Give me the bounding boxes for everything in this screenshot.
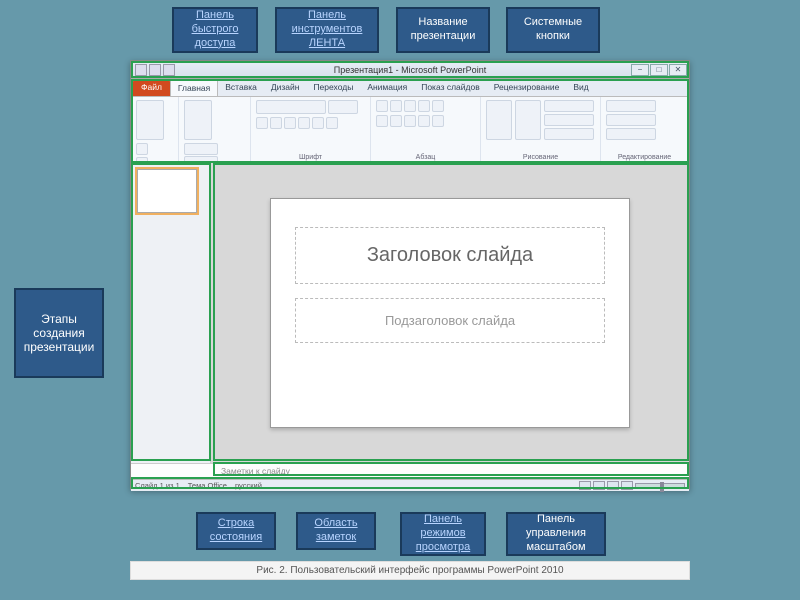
tab-insert[interactable]: Вставка (218, 80, 264, 96)
callout-title-label: Название презентации (404, 16, 482, 44)
strike-icon[interactable] (298, 117, 310, 129)
callout-zoom[interactable]: Панель управления масштабом (506, 512, 606, 556)
font-name-combo[interactable] (256, 100, 326, 114)
group-font-label: Шрифт (256, 154, 365, 161)
shape-effects-button[interactable] (544, 128, 594, 140)
subtitle-placeholder[interactable]: Подзаголовок слайда (295, 298, 605, 343)
group-editing: Редактирование (601, 97, 689, 162)
italic-icon[interactable] (270, 117, 282, 129)
callout-qat-label: Панель быстрого доступа (180, 9, 250, 50)
numbering-icon[interactable] (390, 100, 402, 112)
group-clipboard: Буфер обмена (131, 97, 179, 162)
slide: Заголовок слайда Подзаголовок слайда (270, 198, 630, 428)
redo-icon[interactable] (163, 64, 175, 76)
group-editing-label: Редактирование (606, 154, 683, 161)
stages-box[interactable]: Этапы создания презентации (14, 288, 104, 378)
group-paragraph-label: Абзац (376, 154, 475, 161)
undo-icon[interactable] (149, 64, 161, 76)
callout-title[interactable]: Название презентации (396, 7, 490, 53)
callout-views-label: Панель режимов просмотра (408, 513, 478, 554)
shapes-button[interactable] (486, 100, 512, 140)
callout-status[interactable]: Строка состояния (196, 512, 276, 550)
thumbnail-panel[interactable] (131, 163, 211, 463)
status-bar: Слайд 1 из 1 Тема Office русский (131, 479, 689, 491)
align-center-icon[interactable] (390, 115, 402, 127)
language-indicator[interactable]: русский (235, 481, 262, 490)
paste-button[interactable] (136, 100, 164, 140)
underline-icon[interactable] (284, 117, 296, 129)
figure-caption: Рис. 2. Пользовательский интерфейс прогр… (130, 561, 690, 580)
callout-ribbon-label: Панель инструментов ЛЕНТА (283, 9, 371, 50)
align-right-icon[interactable] (404, 115, 416, 127)
notes-pane[interactable]: Заметки к слайду (131, 463, 689, 479)
indent-decrease-icon[interactable] (404, 100, 416, 112)
group-drawing-label: Рисование (486, 154, 595, 161)
callout-sys-label: Системные кнопки (514, 16, 592, 44)
theme-name: Тема Office (188, 481, 227, 490)
file-tab[interactable]: Файл (133, 80, 170, 96)
callout-status-label: Строка состояния (204, 517, 268, 545)
slide-counter: Слайд 1 из 1 (135, 481, 180, 490)
reading-view-button[interactable] (607, 481, 619, 490)
ribbon: Буфер обмена Слайды (131, 97, 689, 163)
close-button[interactable]: ✕ (669, 64, 687, 76)
powerpoint-window: Презентация1 - Microsoft PowerPoint − □ … (130, 60, 690, 490)
columns-icon[interactable] (432, 115, 444, 127)
save-icon[interactable] (135, 64, 147, 76)
minimize-button[interactable]: − (631, 64, 649, 76)
tab-transitions[interactable]: Переходы (306, 80, 360, 96)
title-placeholder[interactable]: Заголовок слайда (295, 227, 605, 284)
quick-access-toolbar[interactable] (131, 64, 175, 76)
callout-notes-label: Область заметок (304, 517, 368, 545)
bold-icon[interactable] (256, 117, 268, 129)
arrange-button[interactable] (515, 100, 541, 140)
shape-outline-button[interactable] (544, 114, 594, 126)
callout-views[interactable]: Панель режимов просмотра (400, 512, 486, 556)
line-spacing-icon[interactable] (432, 100, 444, 112)
tab-design[interactable]: Дизайн (264, 80, 307, 96)
callout-sys[interactable]: Системные кнопки (506, 7, 600, 53)
notes-placeholder: Заметки к слайду (221, 466, 290, 476)
tab-review[interactable]: Рецензирование (487, 80, 567, 96)
align-left-icon[interactable] (376, 115, 388, 127)
stages-label: Этапы создания презентации (20, 312, 98, 354)
callout-qat[interactable]: Панель быстрого доступа (172, 7, 258, 53)
indent-increase-icon[interactable] (418, 100, 430, 112)
ribbon-tabs: Файл Главная Вставка Дизайн Переходы Ани… (131, 79, 689, 97)
work-area: Заголовок слайда Подзаголовок слайда (131, 163, 689, 463)
title-bar: Презентация1 - Microsoft PowerPoint − □ … (131, 61, 689, 79)
select-button[interactable] (606, 128, 656, 140)
tab-home[interactable]: Главная (170, 80, 218, 96)
slide-canvas[interactable]: Заголовок слайда Подзаголовок слайда (211, 163, 689, 463)
font-color-icon[interactable] (326, 117, 338, 129)
zoom-slider[interactable] (635, 483, 685, 489)
system-buttons: − □ ✕ (631, 64, 689, 76)
new-slide-button[interactable] (184, 100, 212, 140)
replace-button[interactable] (606, 114, 656, 126)
cut-icon[interactable] (136, 143, 148, 155)
slideshow-view-button[interactable] (621, 481, 633, 490)
group-font: Шрифт (251, 97, 371, 162)
tab-view[interactable]: Вид (566, 80, 595, 96)
justify-icon[interactable] (418, 115, 430, 127)
shape-fill-button[interactable] (544, 100, 594, 112)
layout-button[interactable] (184, 143, 218, 155)
find-button[interactable] (606, 100, 656, 112)
font-size-combo[interactable] (328, 100, 358, 114)
group-drawing: Рисование (481, 97, 601, 162)
sorter-view-button[interactable] (593, 481, 605, 490)
tab-slideshow[interactable]: Показ слайдов (414, 80, 487, 96)
window-title: Презентация1 - Microsoft PowerPoint (131, 65, 689, 75)
callout-ribbon[interactable]: Панель инструментов ЛЕНТА (275, 7, 379, 53)
group-paragraph: Абзац (371, 97, 481, 162)
normal-view-button[interactable] (579, 481, 591, 490)
group-slides: Слайды (179, 97, 251, 162)
bullets-icon[interactable] (376, 100, 388, 112)
callout-notes[interactable]: Область заметок (296, 512, 376, 550)
slide-thumbnail[interactable] (137, 169, 197, 213)
tab-animation[interactable]: Анимация (360, 80, 414, 96)
callout-zoom-label: Панель управления масштабом (514, 513, 598, 554)
maximize-button[interactable]: □ (650, 64, 668, 76)
shadow-icon[interactable] (312, 117, 324, 129)
